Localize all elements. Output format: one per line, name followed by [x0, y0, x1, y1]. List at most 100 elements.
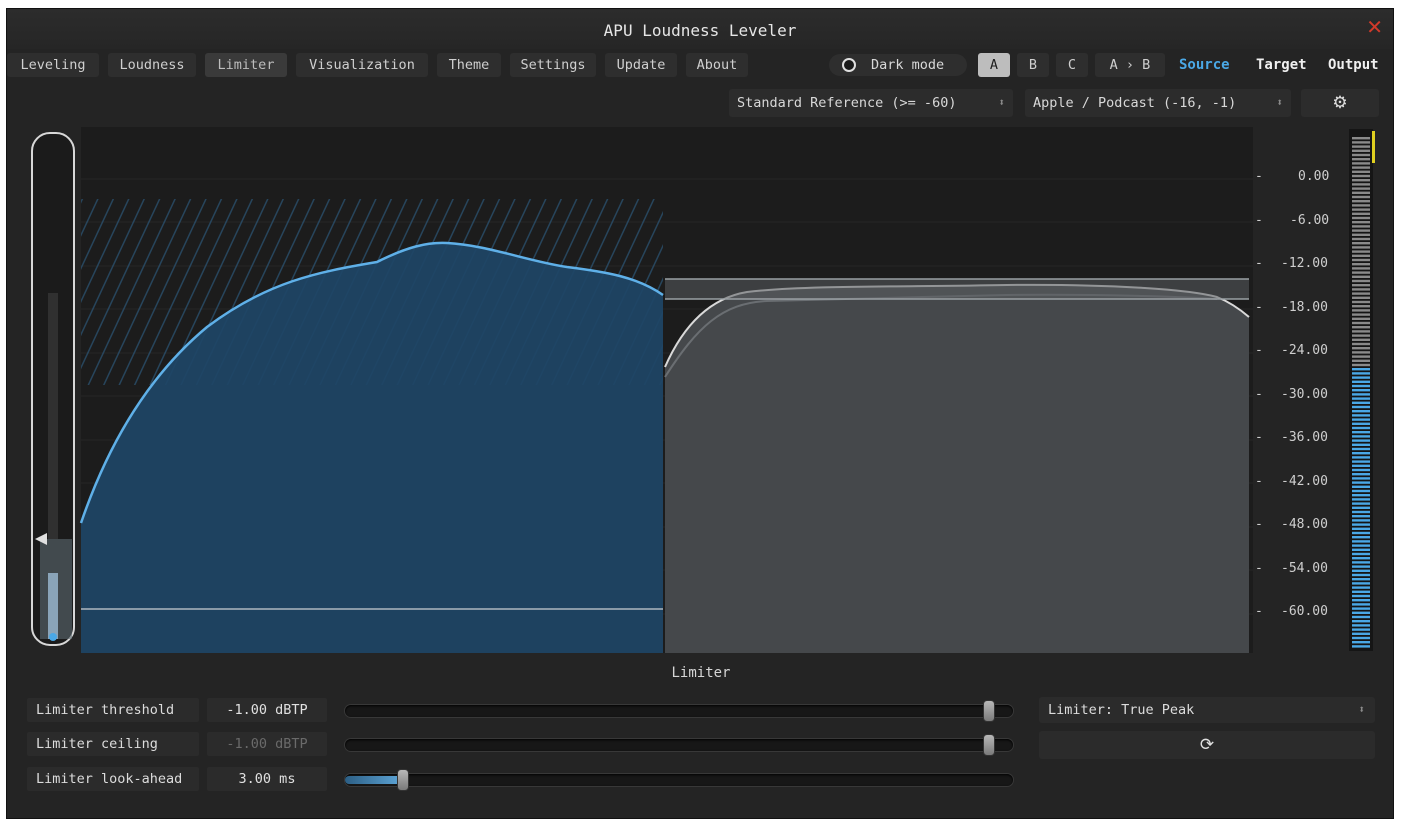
limiter-mode-value: Limiter: True Peak [1048, 702, 1195, 718]
tab-loudness[interactable]: Loudness [108, 53, 196, 77]
meter-segment [1352, 603, 1370, 606]
limiter-mode-select[interactable]: Limiter: True Peak ⬍ [1039, 697, 1375, 723]
scale-label-7: -42.00 [1281, 474, 1328, 489]
settings-button[interactable]: ⚙ [1301, 89, 1379, 117]
meter-segment [1352, 334, 1370, 337]
meter-segment [1352, 250, 1370, 253]
meter-segment [1352, 208, 1370, 211]
a-to-b-button[interactable]: A › B [1095, 53, 1165, 77]
svg-text:-: - [1255, 604, 1263, 619]
meter-segment [1352, 565, 1370, 568]
meter-segment [1352, 435, 1370, 438]
meter-segment [1352, 502, 1370, 505]
svg-text:-: - [1255, 517, 1263, 532]
scale-label-0: 0.00 [1298, 169, 1329, 184]
meter-segment [1352, 607, 1370, 610]
meter-segment [1352, 204, 1370, 207]
meter-segment [1352, 645, 1370, 648]
tab-leveling[interactable]: Leveling [7, 53, 99, 77]
lookahead-slider-thumb[interactable] [397, 769, 409, 791]
ceiling-label: Limiter ceiling [27, 732, 199, 756]
target-select[interactable]: Apple / Podcast (-16, -1) ⬍ [1025, 89, 1291, 117]
meter-segment [1352, 510, 1370, 514]
svg-text:-: - [1255, 387, 1263, 402]
meter-segment [1352, 414, 1370, 417]
meter-segment [1352, 410, 1370, 413]
peak-marker [1372, 131, 1375, 163]
meter-segment [1352, 397, 1370, 400]
meter-segment [1352, 313, 1370, 316]
svg-text:-: - [1255, 474, 1263, 489]
meter-segment [1352, 389, 1370, 392]
reference-select[interactable]: Standard Reference (>= -60) ⬍ [729, 89, 1013, 117]
meter-segment [1352, 439, 1370, 442]
meter-segment [1352, 355, 1370, 358]
preset-c-button[interactable]: C [1056, 53, 1088, 77]
threshold-label: Limiter threshold [27, 698, 199, 722]
meter-segment [1352, 305, 1370, 308]
scale-label-3: -18.00 [1281, 300, 1328, 315]
meter-segment [1352, 212, 1370, 215]
meter-segment [1352, 242, 1370, 245]
meter-segment [1352, 271, 1370, 274]
title-bar: APU Loudness Leveler ✕ [7, 9, 1393, 49]
meter-segment [1352, 342, 1370, 346]
meter-segment [1352, 464, 1370, 467]
meter-segment [1352, 254, 1370, 257]
lookahead-value[interactable]: 3.00 ms [207, 767, 327, 791]
close-icon[interactable]: ✕ [1366, 17, 1383, 37]
svg-text:-: - [1255, 561, 1263, 576]
meter-segment [1352, 636, 1370, 640]
tab-about[interactable]: About [686, 53, 748, 77]
meter-segment [1352, 170, 1370, 173]
output-loudness-area [665, 284, 1249, 653]
refresh-icon: ⟳ [1199, 735, 1215, 755]
meter-segment [1352, 141, 1370, 144]
svg-text:-: - [1255, 343, 1263, 358]
tab-bar: Leveling Loudness Limiter Visualization … [7, 53, 1393, 77]
meter-segment [1352, 187, 1370, 190]
view-source[interactable]: Source [1179, 53, 1230, 77]
meter-segment [1352, 317, 1370, 320]
dark-mode-toggle[interactable]: Dark mode [829, 54, 967, 76]
ceiling-slider[interactable] [345, 734, 1013, 756]
view-target[interactable]: Target [1256, 53, 1307, 77]
threshold-slider[interactable] [345, 700, 1013, 722]
tab-settings[interactable]: Settings [510, 53, 596, 77]
meter-segment [1352, 590, 1370, 593]
meter-segment [1352, 443, 1370, 446]
target-band [665, 279, 1249, 299]
tab-theme[interactable]: Theme [437, 53, 501, 77]
toggle-knob-icon [842, 58, 856, 72]
scale-label-4: -24.00 [1281, 343, 1328, 358]
threshold-value[interactable]: -1.00 dBTP [207, 698, 327, 722]
db-scale: - 0.00 - -6.00 - -12.00 - -18.00 - -24.0… [1255, 169, 1329, 619]
tab-limiter[interactable]: Limiter [205, 53, 287, 77]
view-output[interactable]: Output [1328, 53, 1379, 77]
threshold-slider-thumb[interactable] [983, 700, 995, 722]
meter-segment [1352, 632, 1370, 635]
target-select-value: Apple / Podcast (-16, -1) [1033, 95, 1237, 111]
meter-segment [1352, 359, 1370, 362]
tab-visualization[interactable]: Visualization [296, 53, 428, 77]
meter-segment [1352, 468, 1370, 472]
meter-segment [1352, 481, 1370, 484]
meter-segment [1352, 145, 1370, 148]
meter-segment [1352, 380, 1370, 383]
meter-segment [1352, 330, 1370, 333]
meter-segment [1352, 569, 1370, 572]
meter-segment [1352, 498, 1370, 501]
meter-segment [1352, 620, 1370, 623]
lookahead-slider[interactable] [345, 769, 1013, 791]
meter-segment [1352, 473, 1370, 476]
meter-segment [1352, 162, 1370, 165]
meter-segment [1352, 279, 1370, 283]
meter-segment [1352, 376, 1370, 379]
meter-segment [1352, 548, 1370, 551]
tab-update[interactable]: Update [605, 53, 677, 77]
preset-a-button[interactable]: A [978, 53, 1010, 77]
ceiling-slider-thumb[interactable] [983, 734, 995, 756]
reset-button[interactable]: ⟳ [1039, 731, 1375, 759]
meter-segment [1352, 519, 1370, 522]
preset-b-button[interactable]: B [1017, 53, 1049, 77]
